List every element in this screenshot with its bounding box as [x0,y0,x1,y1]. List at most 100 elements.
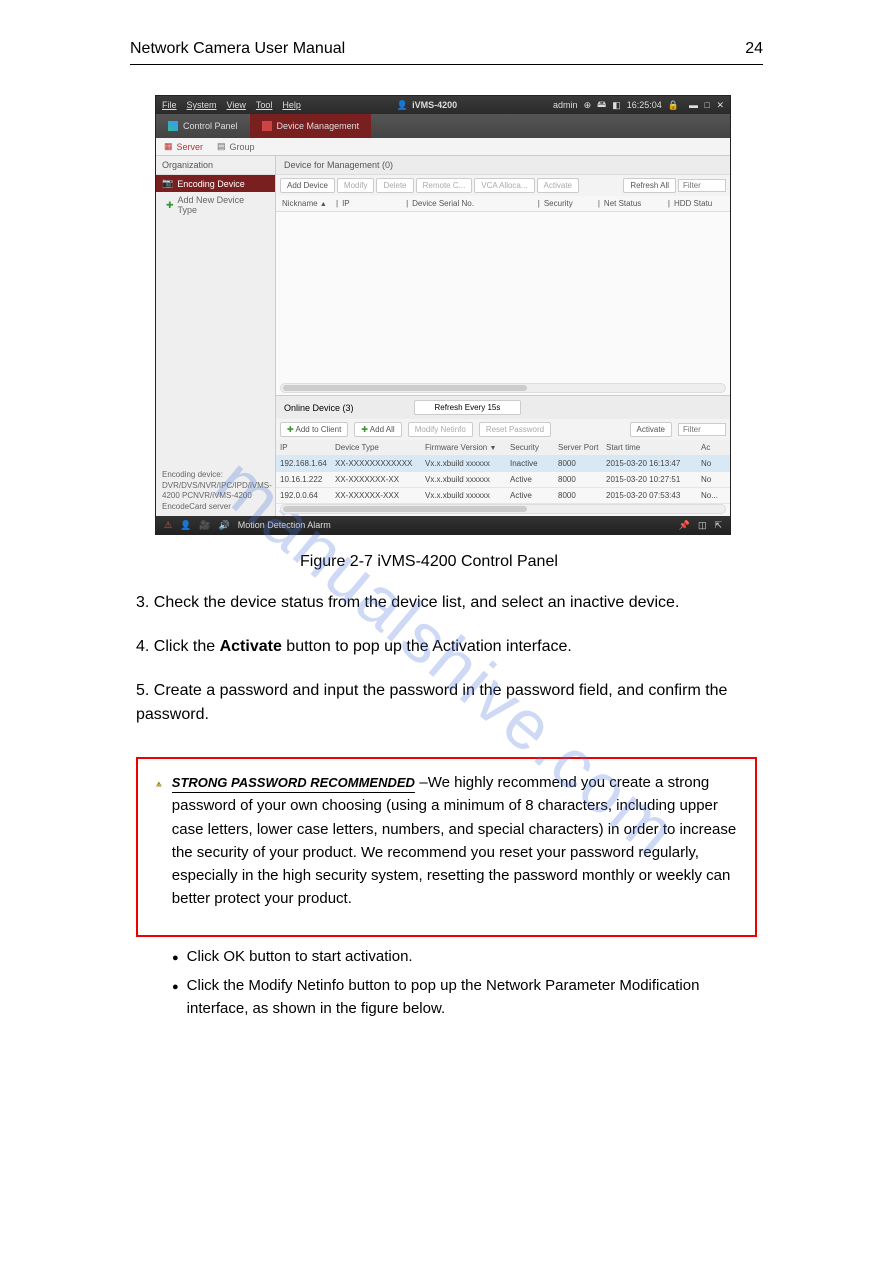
mgmt-filter-input[interactable] [678,179,726,192]
lock-icon[interactable]: 🔒 [668,100,679,111]
remote-button[interactable]: Remote C... [416,178,473,193]
col-hdd-status[interactable]: HDD Statu [674,199,724,208]
subtab-server[interactable]: ▦ Server [164,141,203,152]
cell-sp: 8000 [558,475,606,484]
maximize-icon[interactable]: □ [705,100,710,110]
cell-sp: 8000 [558,491,606,500]
col-serial[interactable]: Device Serial No. [412,199,534,208]
online-filter-input[interactable] [678,423,726,436]
menu-system[interactable]: System [187,100,217,110]
mgmt-hscrollbar[interactable] [280,383,726,393]
add-all-button[interactable]: ✚ Add All [354,422,401,437]
pin-icon[interactable]: 📌 [679,520,690,531]
close-icon[interactable]: ✕ [716,100,724,110]
step-num: 3. [136,594,149,611]
col-label: Nickname [282,199,318,208]
strong-password-box: STRONG PASSWORD RECOMMENDED –We highly r… [136,757,757,937]
col-start-time[interactable]: Start time [606,443,701,452]
menu-file[interactable]: File [162,100,177,110]
list-item: Click OK button to start activation. [172,945,757,968]
hdd-icon: 🖴 [597,97,606,113]
col-nickname[interactable]: Nickname ▲ [282,199,332,208]
table-row[interactable]: 192.0.0.64 XX-XXXXXX-XXX Vx.x.xbuild xxx… [276,488,730,504]
bullet-icon [172,945,179,968]
reset-password-button[interactable]: Reset Password [479,422,551,437]
col-device-type[interactable]: Device Type [335,443,425,452]
subtab-label: Group [230,142,255,152]
step-5: 5. Create a password and input the passw… [136,679,757,727]
mgmt-empty-body [276,212,730,395]
cell-ac: No [701,459,721,468]
sidebar-item-encoding-device[interactable]: 📷 Encoding Device [156,175,275,192]
modify-netinfo-button[interactable]: Modify Netinfo [408,422,473,437]
col-ip[interactable]: IP [280,443,335,452]
sidebar-item-add-new-type[interactable]: ✚ Add New Device Type [156,192,275,218]
organization-header: Organization [156,156,275,175]
col-label: Firmware Version [425,443,487,452]
sidebar: Organization 📷 Encoding Device ✚ Add New… [156,156,276,516]
online-header: Online Device (3) Refresh Every 15s [276,395,730,419]
cell-dtype: XX-XXXXXXX-XX [335,475,425,484]
refresh-all-button[interactable]: Refresh All [623,178,676,193]
collapse-icon[interactable]: ◫ [698,520,707,531]
delete-button[interactable]: Delete [376,178,413,193]
col-sep: | [336,199,338,208]
add-device-button[interactable]: Add Device [280,178,335,193]
cell-ip: 192.0.0.64 [280,491,335,500]
app-logo-icon: 👤 [397,100,408,111]
alarm-icon[interactable]: ⚠ [164,520,172,531]
menu-tool[interactable]: Tool [256,100,273,110]
col-ac[interactable]: Ac [701,443,721,452]
tabbar: Control Panel Device Management [156,114,730,138]
sort-desc-icon: ▼ [489,445,496,452]
person-icon[interactable]: 👤 [180,520,191,531]
step-num: 5. [136,682,149,699]
mgmt-toolbar: Add Device Modify Delete Remote C... VCA… [276,175,730,196]
menu-view[interactable]: View [227,100,246,110]
plus-icon: ✚ [361,425,368,434]
cell-sec: Inactive [510,459,558,468]
minimize-icon[interactable]: ▬ [689,100,698,110]
subtab-group[interactable]: ▤ Group [217,141,255,152]
col-server-port[interactable]: Server Port [558,443,606,452]
modify-button[interactable]: Modify [337,178,375,193]
list-item: Click the Modify Netinfo button to pop u… [172,974,757,1021]
step-3: 3. Check the device status from the devi… [136,591,757,615]
col-sep: | [406,199,408,208]
tab-device-management[interactable]: Device Management [250,114,372,138]
col-firmware[interactable]: Firmware Version ▼ [425,443,510,452]
col-sep: | [538,199,540,208]
online-title: Online Device (3) [284,403,354,413]
step-text-b: Activate [220,638,282,655]
table-row[interactable]: 10.16.1.222 XX-XXXXXXX-XX Vx.x.xbuild xx… [276,472,730,488]
col-ip[interactable]: IP [342,199,402,208]
video-icon[interactable]: 🎥 [199,520,210,531]
cell-ip: 10.16.1.222 [280,475,335,484]
online-hscrollbar[interactable] [280,504,726,514]
refresh-every-button[interactable]: Refresh Every 15s [414,400,522,415]
table-row[interactable]: 192.168.1.64 XX-XXXXXXXXXXXX Vx.x.xbuild… [276,456,730,472]
sidebar-item-label: Add New Device Type [178,195,265,215]
col-sep: | [668,199,670,208]
online-activate-button[interactable]: Activate [630,422,672,437]
step-4: 4. Click the Activate button to pop up t… [136,635,757,659]
btn-label: Add All [370,425,395,434]
alarm-text: Motion Detection Alarm [238,520,331,530]
col-security[interactable]: Security [510,443,558,452]
vca-button[interactable]: VCA Alloca... [474,178,534,193]
cell-sec: Active [510,491,558,500]
activate-button[interactable]: Activate [537,178,579,193]
cell-ac: No [701,475,721,484]
tab-label: Control Panel [183,121,238,131]
user-label: admin [553,100,578,110]
encoding-description: Encoding device: DVR/DVS/NVR/IPC/IPD/iVM… [156,466,275,516]
app-window: File System View Tool Help 👤 iVMS-4200 a… [155,95,731,535]
col-security[interactable]: Security [544,199,594,208]
sound-icon[interactable]: 🔊 [219,520,230,531]
col-net-status[interactable]: Net Status [604,199,664,208]
menu-help[interactable]: Help [282,100,301,110]
screen-icon: ◧ [612,100,621,111]
expand-icon[interactable]: ⇱ [714,520,722,531]
tab-control-panel[interactable]: Control Panel [156,114,250,138]
add-to-client-button[interactable]: ✚ Add to Client [280,422,348,437]
